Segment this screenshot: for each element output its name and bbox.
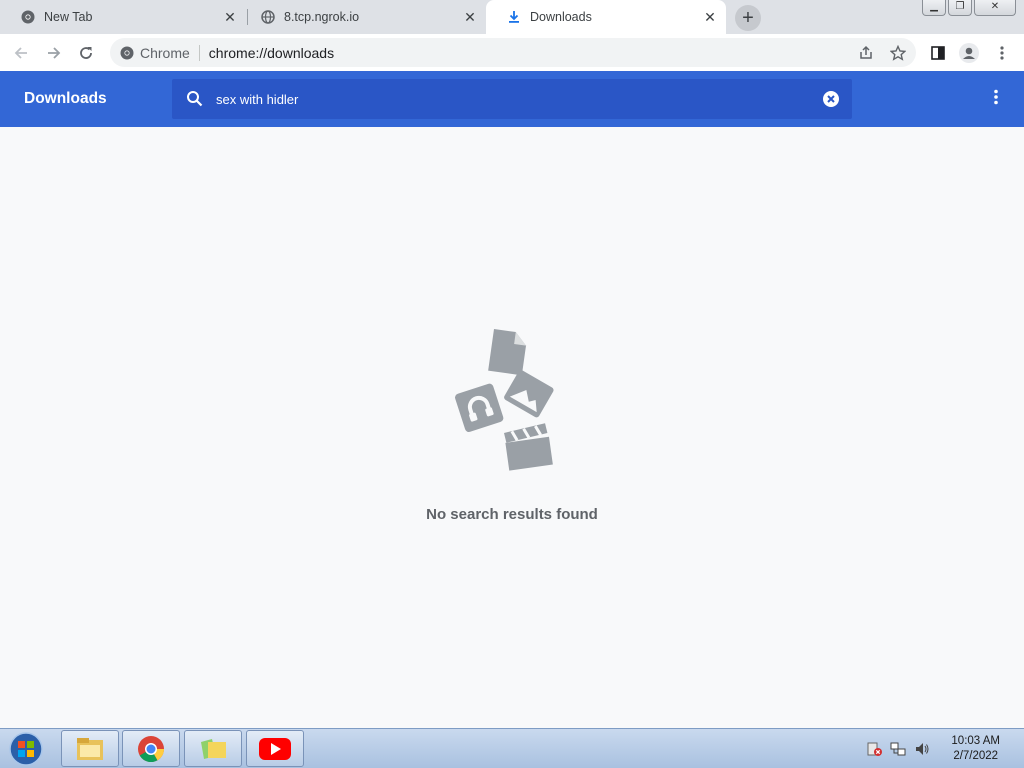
chrome-icon <box>20 9 36 25</box>
browser-toolbar: Chrome chrome://downloads <box>0 34 1024 71</box>
star-icon[interactable] <box>888 43 908 63</box>
search-box[interactable] <box>172 79 852 119</box>
taskbar-chrome[interactable] <box>122 730 180 767</box>
clear-search-icon[interactable] <box>822 90 840 113</box>
downloads-list: No search results found <box>0 127 1024 728</box>
explorer-icon <box>77 737 103 760</box>
new-tab-button[interactable]: + <box>735 5 761 31</box>
taskbar-youtube[interactable] <box>246 730 304 767</box>
document-icon <box>488 329 526 376</box>
action-center-icon[interactable] <box>866 741 882 757</box>
tab-new-tab[interactable]: New Tab ✕ <box>0 0 246 34</box>
share-icon[interactable] <box>856 43 876 63</box>
tab-downloads[interactable]: Downloads ✕ <box>486 0 726 34</box>
tab-title: 8.tcp.ngrok.io <box>284 10 360 24</box>
download-icon <box>506 9 522 25</box>
reload-icon <box>80 47 92 59</box>
chrome-icon <box>138 735 165 762</box>
omnibox-divider <box>198 44 200 61</box>
globe-icon <box>260 9 276 25</box>
forward-arrow-icon <box>48 47 61 59</box>
tab-title: New Tab <box>44 10 93 24</box>
window-controls: ▁ ❐ ✕ <box>922 0 1016 16</box>
profile-avatar[interactable] <box>959 43 979 63</box>
no-downloads-illustration <box>455 329 554 471</box>
browser-menu-icon[interactable] <box>992 43 1012 63</box>
windows-logo-icon <box>9 732 43 766</box>
youtube-icon <box>259 737 291 760</box>
search-input[interactable] <box>216 88 796 110</box>
video-icon <box>504 423 553 471</box>
clock-time: 10:03 AM <box>951 735 1000 747</box>
windows-taskbar: 10:03 AM 2/7/2022 <box>0 728 1024 768</box>
window-close-button[interactable]: ✕ <box>974 0 1016 16</box>
close-tab-icon[interactable]: ✕ <box>702 9 718 25</box>
image-icon <box>504 370 554 418</box>
folder-icon <box>201 738 226 759</box>
audio-icon <box>455 383 504 433</box>
close-tab-icon[interactable]: ✕ <box>222 9 238 25</box>
url-text: chrome://downloads <box>208 44 335 61</box>
side-panel-icon[interactable] <box>928 43 948 63</box>
more-actions-icon[interactable] <box>994 89 998 110</box>
minimize-button[interactable]: ▁ <box>922 0 946 16</box>
search-icon[interactable] <box>186 90 204 113</box>
close-tab-icon[interactable]: ✕ <box>462 9 478 25</box>
clock[interactable]: 10:03 AM 2/7/2022 <box>951 734 1000 764</box>
tab-title: Downloads <box>530 10 592 24</box>
chrome-chip: Chrome <box>140 44 190 61</box>
clock-date: 2/7/2022 <box>953 750 999 762</box>
back-arrow-icon <box>14 47 27 59</box>
empty-state-message: No search results found <box>426 506 598 523</box>
system-tray: 10:03 AM 2/7/2022 <box>860 729 1024 768</box>
page-title: Downloads <box>24 90 107 107</box>
chrome-icon <box>120 46 134 60</box>
reload-button[interactable] <box>75 42 97 64</box>
downloads-toolbar: Downloads <box>0 71 1024 127</box>
tab-ngrok[interactable]: 8.tcp.ngrok.io ✕ <box>240 0 486 34</box>
volume-icon[interactable] <box>914 741 930 757</box>
network-icon[interactable] <box>890 741 906 757</box>
address-bar[interactable]: Chrome chrome://downloads <box>110 38 916 67</box>
start-button[interactable] <box>6 732 46 766</box>
tab-strip: New Tab ✕ 8.tcp.ngrok.io ✕ Downloads ✕ +… <box>0 0 1024 34</box>
back-button[interactable] <box>10 42 32 64</box>
taskbar-explorer[interactable] <box>61 730 119 767</box>
taskbar-folder[interactable] <box>184 730 242 767</box>
restore-button[interactable]: ❐ <box>948 0 972 16</box>
forward-button[interactable] <box>43 42 65 64</box>
